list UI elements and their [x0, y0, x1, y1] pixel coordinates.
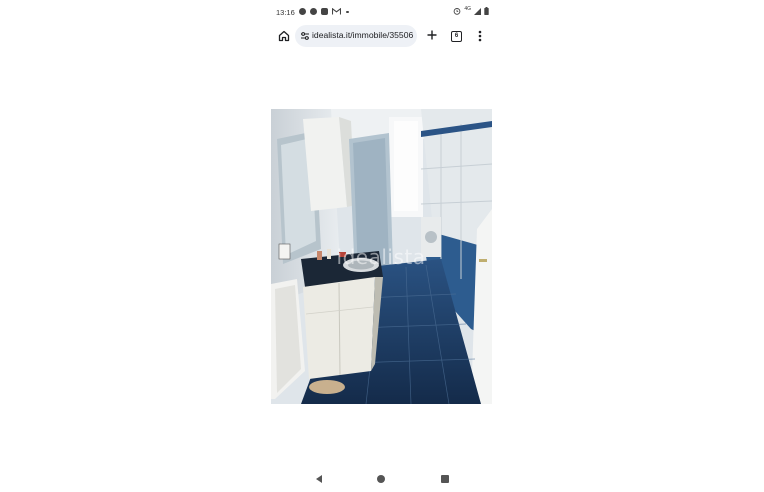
status-bar: 13:16 4G	[271, 0, 492, 24]
address-bar[interactable]: idealista.it/immobile/35506	[295, 25, 417, 47]
system-nav-bar	[271, 468, 492, 492]
tune-icon[interactable]	[300, 31, 310, 41]
back-icon[interactable]	[314, 474, 324, 484]
url-text: idealista.it/immobile/35506	[312, 30, 414, 40]
facebook-icon	[310, 8, 317, 15]
alarm-icon	[453, 8, 461, 15]
home-icon[interactable]	[276, 28, 292, 44]
app-icon	[321, 8, 328, 15]
browser-toolbar: idealista.it/immobile/35506 6	[271, 24, 492, 50]
status-time: 13:16	[276, 8, 295, 17]
battery-icon	[484, 7, 489, 15]
more-vert-icon[interactable]	[474, 28, 486, 44]
network-type: 4G	[464, 6, 471, 12]
listing-photo[interactable]: idealista	[271, 109, 492, 404]
more-dot-icon	[346, 10, 349, 13]
signal-icon	[474, 7, 481, 15]
home-circle-icon[interactable]	[377, 475, 385, 483]
phone-screen: 13:16 4G idealista.it/immobile/35506 6 i…	[271, 0, 492, 492]
plus-icon[interactable]	[424, 27, 440, 43]
tabs-icon[interactable]: 6	[451, 31, 462, 42]
recents-icon[interactable]	[441, 475, 449, 483]
status-right-group: 4G	[453, 6, 489, 15]
facebook-icon	[299, 8, 306, 15]
watermark: idealista	[336, 245, 426, 269]
gmail-icon	[332, 8, 341, 15]
